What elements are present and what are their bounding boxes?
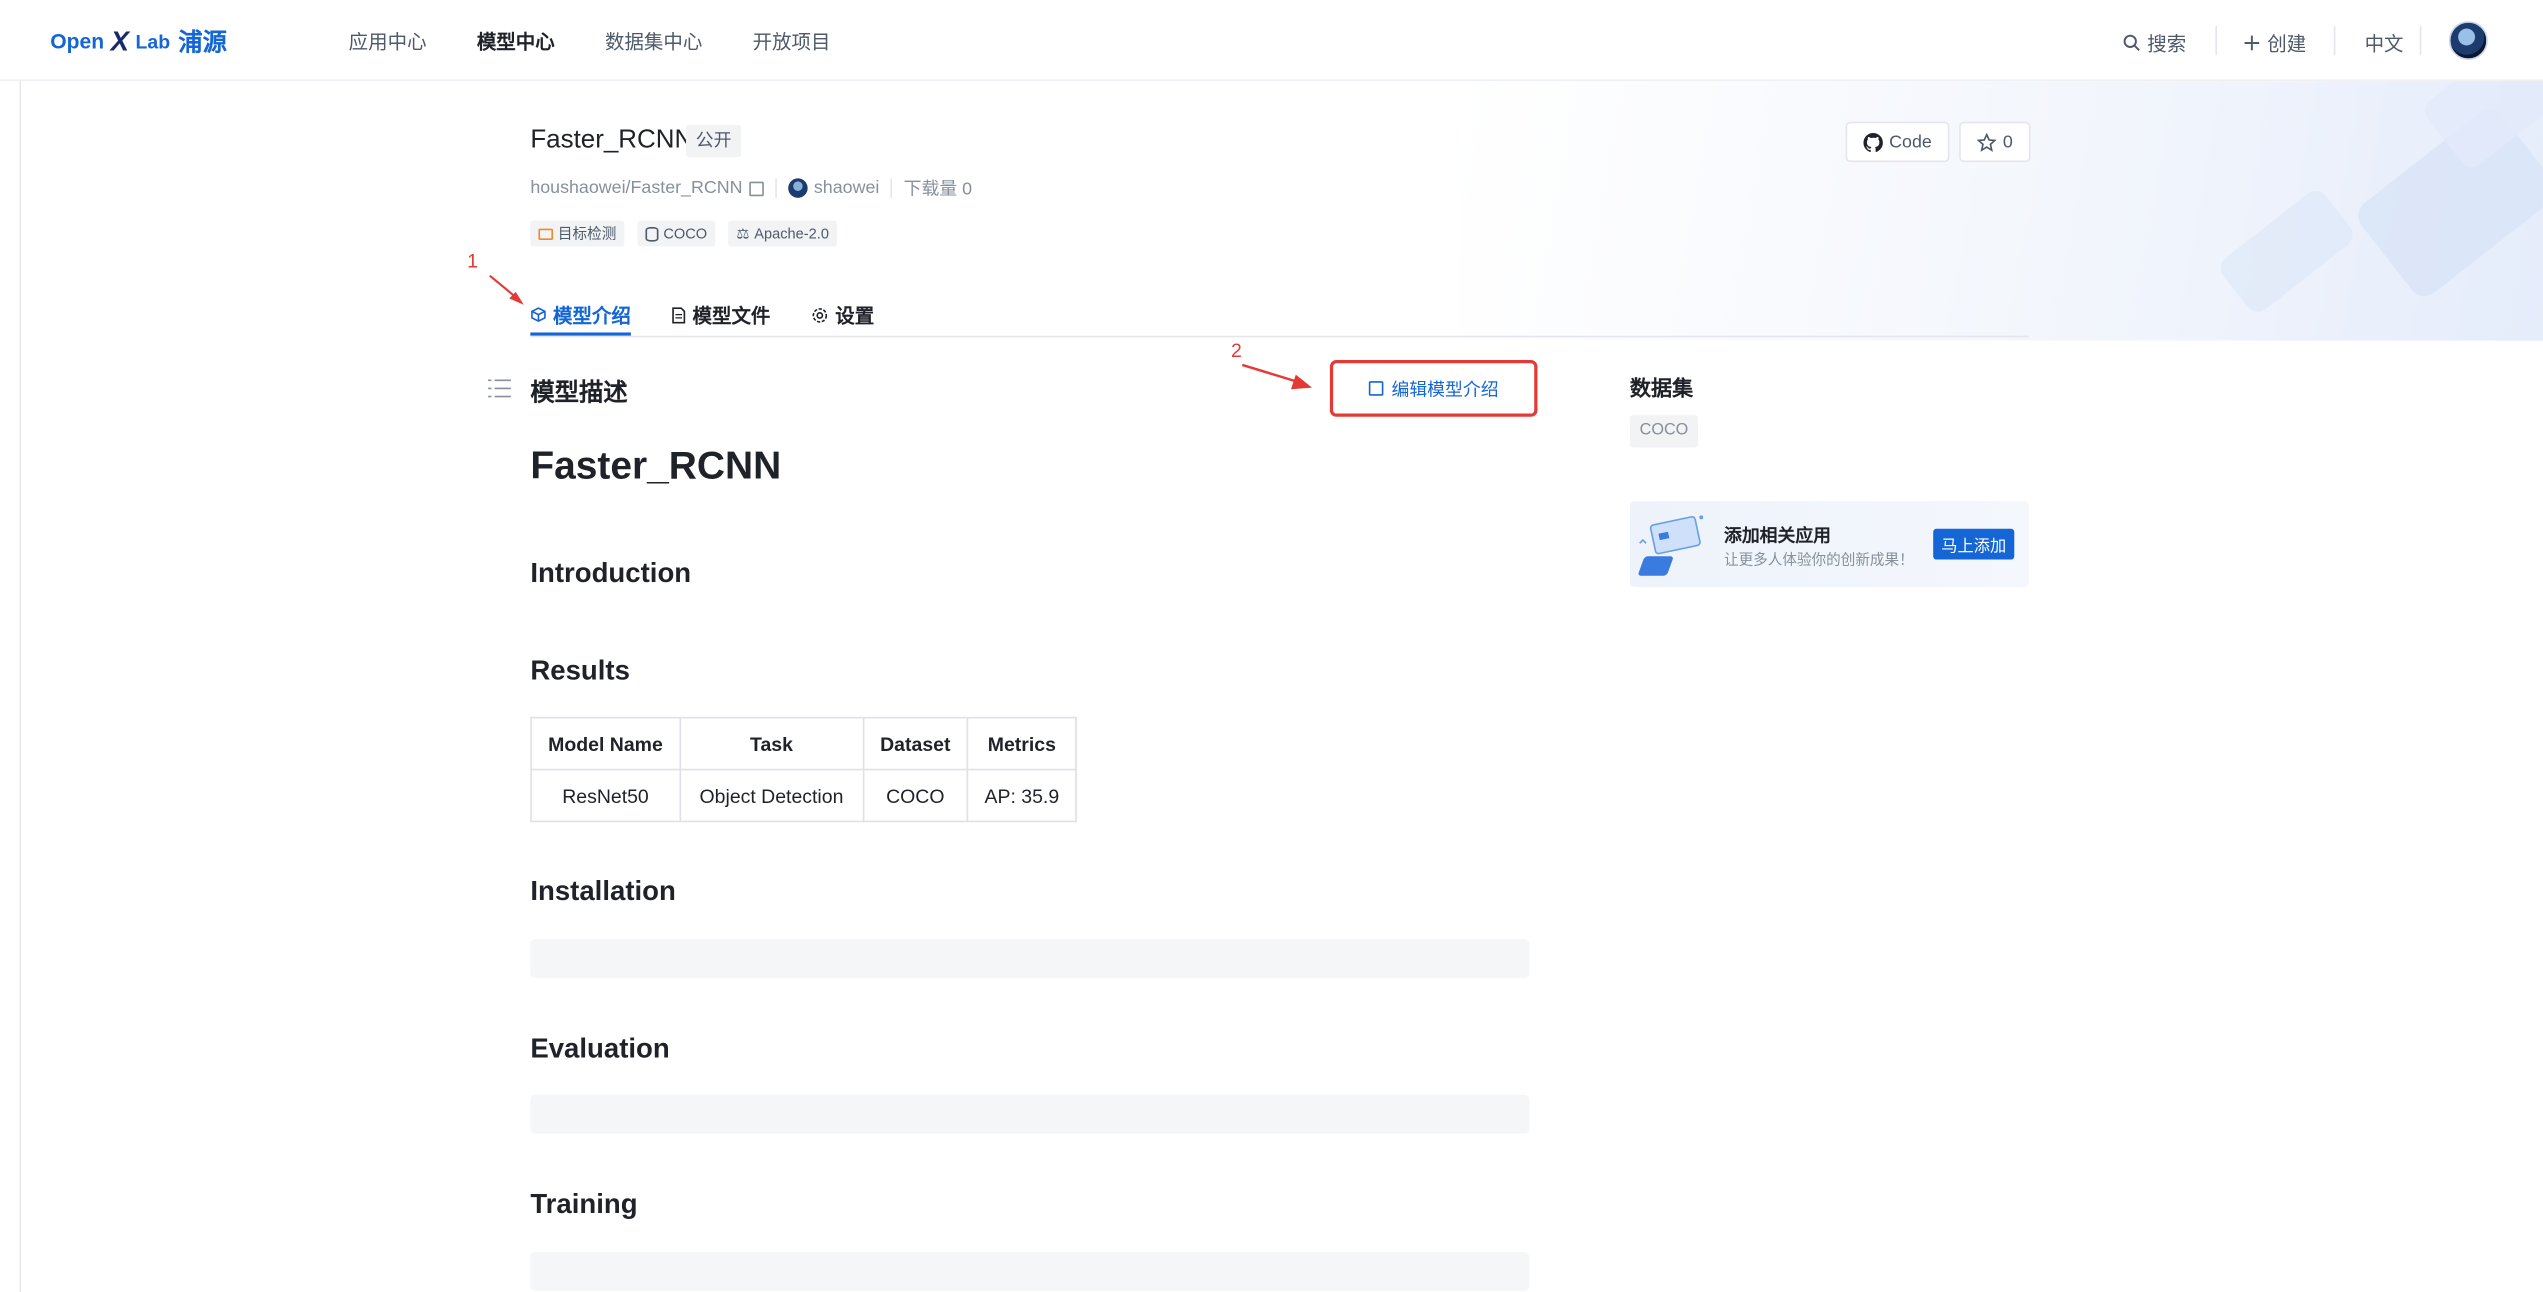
edit-icon <box>1368 381 1384 396</box>
annotation-label-2: 2 <box>1230 338 1242 362</box>
file-icon <box>672 306 686 323</box>
language-switch[interactable]: 中文 <box>2365 29 2404 57</box>
table-header: Dataset <box>862 716 969 771</box>
heading-installation: Installation <box>530 875 676 907</box>
tag-task[interactable]: 目标检测 <box>530 220 625 247</box>
tag-dataset[interactable]: COCO <box>637 220 716 247</box>
nav-item-apps[interactable]: 应用中心 <box>349 28 427 56</box>
results-table: Model Name Task Dataset Metrics ResNet50… <box>530 716 1078 823</box>
top-header: Open X Lab 浦源 应用中心 模型中心 数据集中心 开放项目 搜索 创建… <box>0 0 2543 82</box>
dataset-section-title: 数据集 <box>1629 376 1694 401</box>
github-icon <box>1863 132 1883 152</box>
database-icon <box>645 226 659 241</box>
dataset-tag[interactable]: COCO <box>1629 415 1699 448</box>
section-title: 模型描述 <box>530 379 628 408</box>
user-avatar[interactable] <box>2448 21 2488 61</box>
heading-evaluation: Evaluation <box>530 1033 670 1064</box>
divider <box>2333 25 2336 56</box>
left-border <box>19 81 22 1292</box>
table-cell: Object Detection <box>679 768 864 823</box>
annotation-arrow-1 <box>489 274 524 305</box>
code-block <box>530 1094 1530 1134</box>
copy-icon[interactable] <box>749 180 764 196</box>
model-tags: 目标检测 COCO ⚖ Apache-2.0 <box>530 220 838 247</box>
model-meta: houshaowei/Faster_RCNN shaowei 下载量 0 <box>530 175 972 201</box>
table-row: ResNet50 Object Detection COCO AP: 35.9 <box>530 768 1078 823</box>
scale-icon: ⚖ <box>736 225 750 242</box>
divider <box>2419 25 2422 56</box>
table-header: Metrics <box>966 716 1078 771</box>
readme-title: Faster_RCNN <box>530 444 782 489</box>
add-app-promo: 添加相关应用 让更多人体验你的创新成果！ 马上添加 <box>1629 501 2029 588</box>
annotation-arrow-2 <box>1241 363 1313 390</box>
page: Open X Lab 浦源 应用中心 模型中心 数据集中心 开放项目 搜索 创建… <box>0 0 2543 1292</box>
create-button[interactable]: 创建 <box>2243 29 2306 57</box>
tag-license[interactable]: ⚖ Apache-2.0 <box>728 220 838 247</box>
gear-icon <box>812 307 828 322</box>
visibility-badge: 公开 <box>686 124 742 158</box>
star-icon <box>1976 132 1997 152</box>
tab-model-files[interactable]: 模型文件 <box>671 294 770 336</box>
add-now-button[interactable]: 马上添加 <box>1933 528 2015 560</box>
table-header: Task <box>679 716 864 771</box>
code-button[interactable]: Code <box>1845 121 1950 163</box>
star-button[interactable]: 0 <box>1959 121 2031 163</box>
search-icon <box>2123 34 2140 51</box>
divider <box>2215 25 2218 56</box>
model-title: Faster_RCNN <box>530 126 694 155</box>
nav-item-datasets[interactable]: 数据集中心 <box>605 28 702 56</box>
annotation-label-1: 1 <box>467 249 478 273</box>
plus-icon <box>2244 35 2260 51</box>
tab-model-intro[interactable]: 模型介绍 <box>530 294 631 336</box>
heading-introduction: Introduction <box>530 557 692 589</box>
search-button[interactable]: 搜索 <box>2123 29 2186 57</box>
nav-item-projects[interactable]: 开放项目 <box>753 28 831 56</box>
heading-training: Training <box>530 1188 638 1220</box>
model-tabs: 模型介绍 模型文件 设置 <box>530 294 874 336</box>
code-block <box>530 939 1530 978</box>
model-path: houshaowei/Faster_RCNN <box>530 178 743 198</box>
header-decoration <box>1459 38 2543 341</box>
tabs-divider <box>530 335 2029 338</box>
main-nav: 应用中心 模型中心 数据集中心 开放项目 <box>349 28 831 56</box>
toc-list-icon[interactable] <box>488 379 511 399</box>
download-count: 下载量 0 <box>903 180 973 200</box>
author-avatar <box>787 178 808 198</box>
edit-model-intro-button[interactable]: 编辑模型介绍 <box>1329 360 1538 417</box>
author-name[interactable]: shaowei <box>814 178 879 197</box>
promo-title: 添加相关应用 <box>1723 527 1832 547</box>
tab-settings[interactable]: 设置 <box>811 294 874 336</box>
cube-icon <box>531 307 546 323</box>
code-block <box>530 1252 1530 1291</box>
heading-results: Results <box>530 655 630 687</box>
table-cell: AP: 35.9 <box>966 768 1078 823</box>
nav-item-models[interactable]: 模型中心 <box>477 28 555 56</box>
promo-subtitle: 让更多人体验你的创新成果！ <box>1723 551 1914 568</box>
app-illustration-icon <box>1638 515 1704 576</box>
table-header-row: Model Name Task Dataset Metrics <box>530 716 1078 771</box>
openxlab-logo[interactable]: Open X Lab 浦源 <box>50 24 227 58</box>
table-cell: ResNet50 <box>530 768 681 823</box>
image-icon <box>538 227 554 240</box>
table-cell: COCO <box>862 768 969 823</box>
table-header: Model Name <box>530 716 681 771</box>
